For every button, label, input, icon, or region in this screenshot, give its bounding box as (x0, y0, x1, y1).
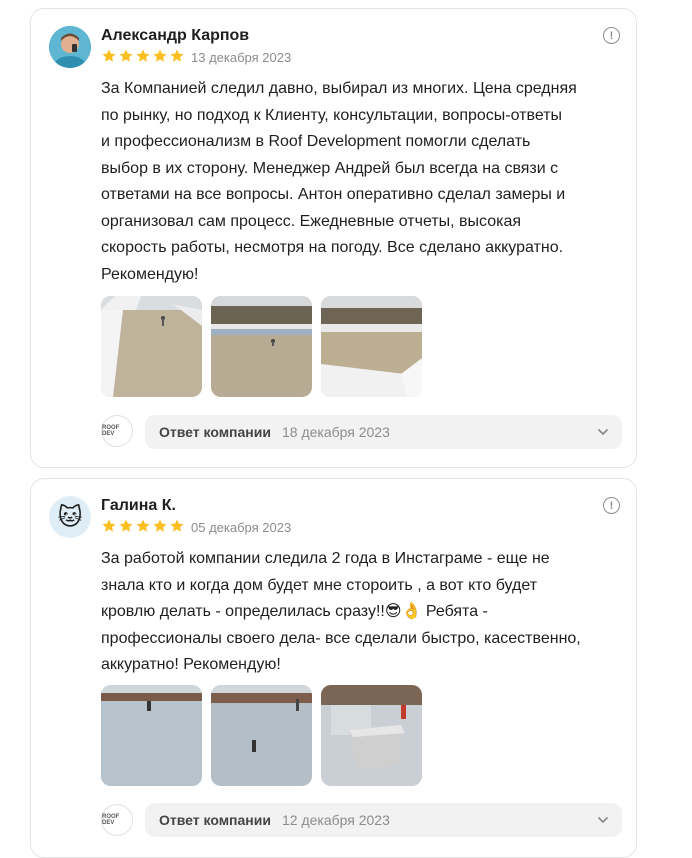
reply-label: Ответ компании (159, 424, 271, 440)
star-icon (118, 48, 134, 64)
review-photo[interactable] (101, 296, 202, 397)
report-icon[interactable]: ! (603, 27, 620, 44)
cat-emoji-icon: 🐱 (57, 503, 83, 531)
star-icon (169, 48, 185, 64)
star-icon (135, 518, 151, 534)
review-text: За работой компании следила 2 года в Инс… (101, 550, 581, 673)
reply-label: Ответ компании (159, 812, 271, 828)
rating-stars (101, 48, 185, 64)
star-icon (101, 48, 117, 64)
review-date: 13 декабря 2023 (191, 50, 292, 65)
review-photo[interactable] (101, 685, 202, 786)
review-date: 05 декабря 2023 (191, 520, 292, 535)
company-logo: ROOF DEV (101, 804, 133, 836)
reply-date: 12 декабря 2023 (281, 812, 390, 828)
review-card: 🐱 Галина К. 05 декабря 2023 ! За работой… (30, 478, 637, 858)
author-name[interactable]: Галина К. (101, 497, 176, 515)
company-logo: ROOF DEV (101, 415, 133, 447)
author-name[interactable]: Александр Карпов (101, 27, 249, 45)
star-icon (169, 518, 185, 534)
review-photo[interactable] (211, 685, 312, 786)
chevron-down-icon (596, 425, 610, 439)
review-photos (101, 296, 422, 397)
review-photo[interactable] (321, 685, 422, 786)
review-card: Александр Карпов 13 декабря 2023 ! За Ко… (30, 8, 637, 468)
chevron-down-icon (596, 813, 610, 827)
company-reply-toggle[interactable]: Ответ компании 18 декабря 2023 (145, 415, 622, 449)
star-icon (118, 518, 134, 534)
reply-date: 18 декабря 2023 (281, 424, 390, 440)
review-text: За Компанией следил давно, выбирал из мн… (101, 80, 577, 283)
user-avatar[interactable] (49, 26, 91, 68)
rating-stars (101, 518, 185, 534)
star-icon (152, 48, 168, 64)
review-photos (101, 685, 422, 786)
star-icon (101, 518, 117, 534)
star-icon (152, 518, 168, 534)
review-photo[interactable] (321, 296, 422, 397)
report-icon[interactable]: ! (603, 497, 620, 514)
star-icon (135, 48, 151, 64)
user-avatar[interactable]: 🐱 (49, 496, 91, 538)
review-photo[interactable] (211, 296, 312, 397)
